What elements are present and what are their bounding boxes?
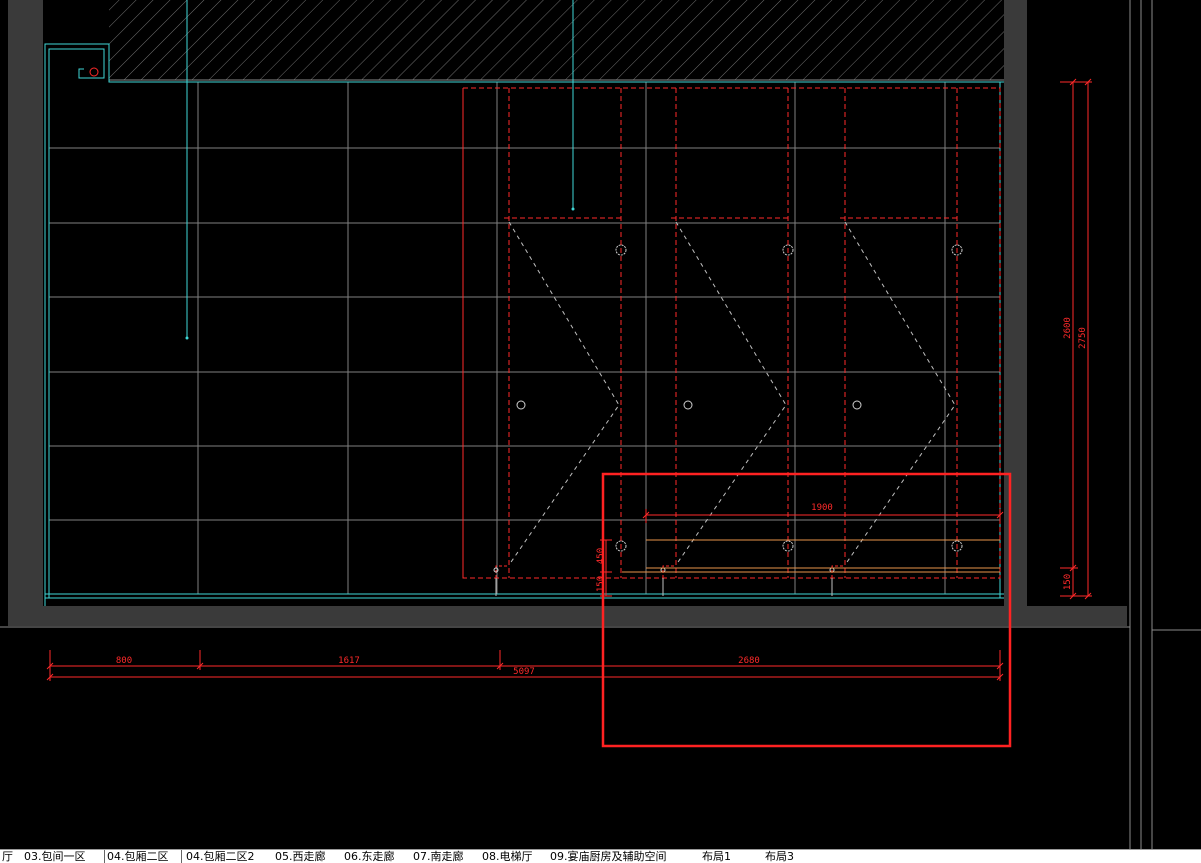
layout-tab[interactable]: 05.西走廊 bbox=[273, 850, 340, 863]
dim-text-1617: 1617 bbox=[338, 656, 360, 666]
hinge-icon bbox=[683, 400, 693, 410]
dim-text-1900: 1900 bbox=[811, 503, 833, 513]
dim-text-800: 800 bbox=[116, 656, 132, 666]
hinge-icon bbox=[516, 400, 526, 410]
cabinet-base-step bbox=[495, 565, 509, 578]
hinge-icon bbox=[852, 400, 862, 410]
layout-tab[interactable]: 布局1 bbox=[700, 850, 740, 863]
layout-tab[interactable]: 07.南走廊 bbox=[411, 850, 478, 863]
dim-text-150-right: 150 bbox=[1063, 574, 1073, 590]
layout-tab[interactable]: 08.电梯厅 bbox=[480, 850, 546, 863]
right-wall bbox=[1004, 0, 1027, 606]
layout-tab[interactable]: 04.包厢二区2 bbox=[184, 850, 271, 863]
floor-slab bbox=[8, 606, 1127, 626]
layout-tab[interactable]: 04.包厢二区 bbox=[104, 850, 182, 863]
layout-tab[interactable]: 09.宴庙厨房及辅助空间 bbox=[548, 850, 698, 863]
shelf-lines bbox=[622, 539, 1000, 573]
dim-text-5097: 5097 bbox=[513, 667, 535, 677]
layout-tab[interactable]: 03.包间一区 bbox=[22, 850, 102, 863]
layout-tab[interactable]: 布局3 bbox=[763, 850, 803, 863]
tile-grid bbox=[49, 82, 1000, 594]
dim-text-2600: 2600 bbox=[1063, 317, 1073, 339]
cad-drawing-canvas[interactable]: 1900 450 150 2600 2750 150 800 1617 2680… bbox=[0, 0, 1201, 849]
cabinet-outer-dashed bbox=[462, 87, 1001, 579]
layout-tab-bar: 厅 03.包间一区 04.包厢二区 04.包厢二区2 05.西走廊 06.东走廊 07.南走… bbox=[0, 849, 1201, 863]
left-wall bbox=[8, 0, 43, 606]
dim-text-450: 450 bbox=[596, 548, 606, 564]
door-swing-line bbox=[844, 221, 956, 566]
layout-tab[interactable]: 06.东走廊 bbox=[342, 850, 409, 863]
dim-text-2680: 2680 bbox=[738, 656, 760, 666]
layout-tab[interactable]: 厅 bbox=[0, 850, 20, 863]
cad-app: 1900 450 150 2600 2750 150 800 1617 2680… bbox=[0, 0, 1201, 863]
dim-text-150-left: 150 bbox=[596, 576, 606, 592]
dim-text-2750: 2750 bbox=[1078, 327, 1088, 349]
pipe-end-right bbox=[571, 207, 575, 211]
door-swing-line bbox=[675, 221, 787, 566]
switch-icon bbox=[89, 67, 99, 77]
ceiling-hatch bbox=[109, 0, 1004, 80]
pipe-end-left bbox=[185, 336, 189, 340]
